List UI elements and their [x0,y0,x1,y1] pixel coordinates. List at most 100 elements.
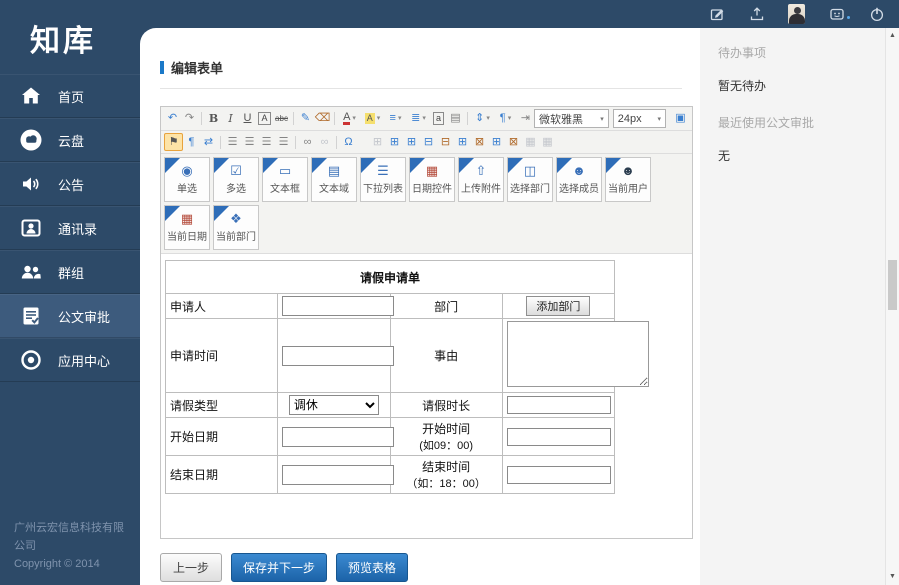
font-color-icon[interactable]: A [338,111,361,127]
control-icon: ▤ [328,164,340,177]
cell-props-icon[interactable]: ⊞ [403,134,420,150]
prev-step-button[interactable]: 上一步 [160,553,222,582]
underline-icon[interactable]: U [239,111,256,127]
end-time-input[interactable] [507,466,611,484]
contacts-icon [18,216,44,240]
font-style-icon[interactable]: A [256,111,273,127]
dropdown-control[interactable]: ☰ 下拉列表 [360,157,406,202]
font-family-select[interactable]: 微软雅黑▾ [534,109,609,128]
textbox-control[interactable]: ▭ 文本框 [262,157,308,202]
table-props-icon[interactable]: ⊞ [386,134,403,150]
toolbar-icon[interactable] [293,112,294,125]
icon-glyph: ☰ [262,137,272,148]
ordered-list-icon[interactable]: ≡ [384,111,407,127]
attachment-control[interactable]: ⇧ 上传附件 [458,157,504,202]
format-painter-icon[interactable]: ✎ [297,111,314,127]
bold-icon[interactable]: B [205,111,222,127]
insert-row-icon[interactable]: ⊞ [454,134,471,150]
scroll-down-arrow[interactable]: ▼ [886,571,899,583]
align-justify-icon[interactable]: ☰ [275,134,292,150]
leave-type-select[interactable]: 调休 [289,395,379,415]
font-size-select[interactable]: 24px▾ [613,109,666,128]
line-height-icon[interactable]: ⇕ [471,111,494,127]
toolbar-icon[interactable] [334,112,335,125]
reason-textarea[interactable] [507,321,649,387]
duration-input[interactable] [507,396,611,414]
current-user-control[interactable]: ☻ 当前用户 [605,157,651,202]
apply-time-input[interactable] [282,346,394,366]
add-dept-button[interactable]: 添加部门 [526,296,590,316]
undo-icon[interactable]: ↶ [164,111,181,127]
indent-icon[interactable]: ⇥ [517,111,534,127]
highlight-color-icon[interactable]: A [361,111,384,127]
start-date-input[interactable] [282,427,394,447]
current-date-control[interactable]: ▦ 当前日期 [164,205,210,250]
current-dept-control[interactable]: ❖ 当前部门 [213,205,259,250]
special-char-icon[interactable]: Ω [340,134,357,150]
page-scrollbar[interactable]: ▲ ▼ [885,28,899,585]
sidebar-item-home[interactable]: 首页 [0,74,140,118]
scroll-up-arrow[interactable]: ▲ [886,30,899,42]
strikethrough-icon[interactable]: abc [273,111,290,127]
sidebar-item-contacts[interactable]: 通讯录 [0,206,140,250]
radio-control[interactable]: ◉ 单选 [164,157,210,202]
toolbar-icon[interactable] [467,112,468,125]
select-member-control[interactable]: ☻ 选择成员 [556,157,602,202]
unordered-list-icon[interactable]: ≣ [407,111,430,127]
applicant-input[interactable] [282,296,394,316]
table-extra-icon-b[interactable]: ▦ [539,134,556,150]
sidebar-item-groups[interactable]: 群组 [0,250,140,294]
anchor-flag-icon[interactable]: ⚑ [164,133,183,151]
copyright: 广州云宏信息科技有限公司 Copyright © 2014 [14,519,132,573]
inline-code-icon[interactable]: a [430,111,447,127]
sidebar-item-announcements[interactable]: 公告 [0,162,140,206]
icon-glyph: ⊞ [492,137,501,148]
preview-form-button[interactable]: 预览表格 [336,553,408,582]
icon-glyph: ☰ [279,137,289,148]
new-page-icon[interactable]: ▤ [447,111,464,127]
unlink-icon[interactable]: ∞ [316,134,333,150]
align-left-icon[interactable]: ☰ [224,134,241,150]
start-time-input[interactable] [507,428,611,446]
delete-row-icon[interactable]: ⊠ [471,134,488,150]
align-right-icon[interactable]: ☰ [258,134,275,150]
pilcrow-icon[interactable]: ¶ [183,134,200,150]
sidebar-item-app-center[interactable]: 应用中心 [0,338,140,382]
date-control[interactable]: ▦ 日期控件 [409,157,455,202]
select-dept-control[interactable]: ◫ 选择部门 [507,157,553,202]
power-icon[interactable] [868,6,885,23]
compose-icon[interactable] [708,6,725,23]
insert-table-icon[interactable]: ⊞ [369,134,386,150]
clear-format-icon[interactable]: ⌫ [314,111,331,127]
save-next-button[interactable]: 保存并下一步 [231,553,327,582]
redo-icon[interactable]: ↷ [181,111,198,127]
italic-icon[interactable]: I [222,111,239,127]
table-extra-icon-a[interactable]: ▦ [522,134,539,150]
toolbar-icon[interactable] [336,136,337,149]
apply-time-label: 申请时间 [166,319,278,393]
merge-cells-icon[interactable]: ⊟ [420,134,437,150]
sidebar-item-clouddrive[interactable]: 云盘 [0,118,140,162]
link-icon[interactable]: ∞ [299,134,316,150]
message-icon[interactable] [828,6,845,23]
textarea-control[interactable]: ▤ 文本域 [311,157,357,202]
sidebar-item-document-approval[interactable]: 公文审批 [0,294,140,338]
control-icon: ☑ [230,164,242,177]
toolbar-icon[interactable] [201,112,202,125]
para-spacing-icon[interactable]: ¶ [494,111,517,127]
align-center-icon[interactable]: ☰ [241,134,258,150]
delete-col-icon[interactable]: ⊠ [505,134,522,150]
checkbox-control[interactable]: ☑ 多选 [213,157,259,202]
text-wrap-icon[interactable]: ⇄ [200,134,217,150]
upload-icon[interactable] [748,6,765,23]
end-date-input[interactable] [282,465,394,485]
toolbar-icon[interactable] [357,134,369,150]
insert-col-icon[interactable]: ⊞ [488,134,505,150]
split-cells-icon[interactable]: ⊟ [437,134,454,150]
toolbar-icon[interactable] [295,136,296,149]
editor-canvas[interactable]: 请假申请单 申请人 部门 添加部门 申请时间 事由 [161,254,692,538]
toolbar-icon[interactable] [220,136,221,149]
scroll-thumb[interactable] [888,260,897,310]
fullscreen-icon[interactable]: ▣ [672,111,689,127]
user-avatar[interactable] [788,6,805,23]
